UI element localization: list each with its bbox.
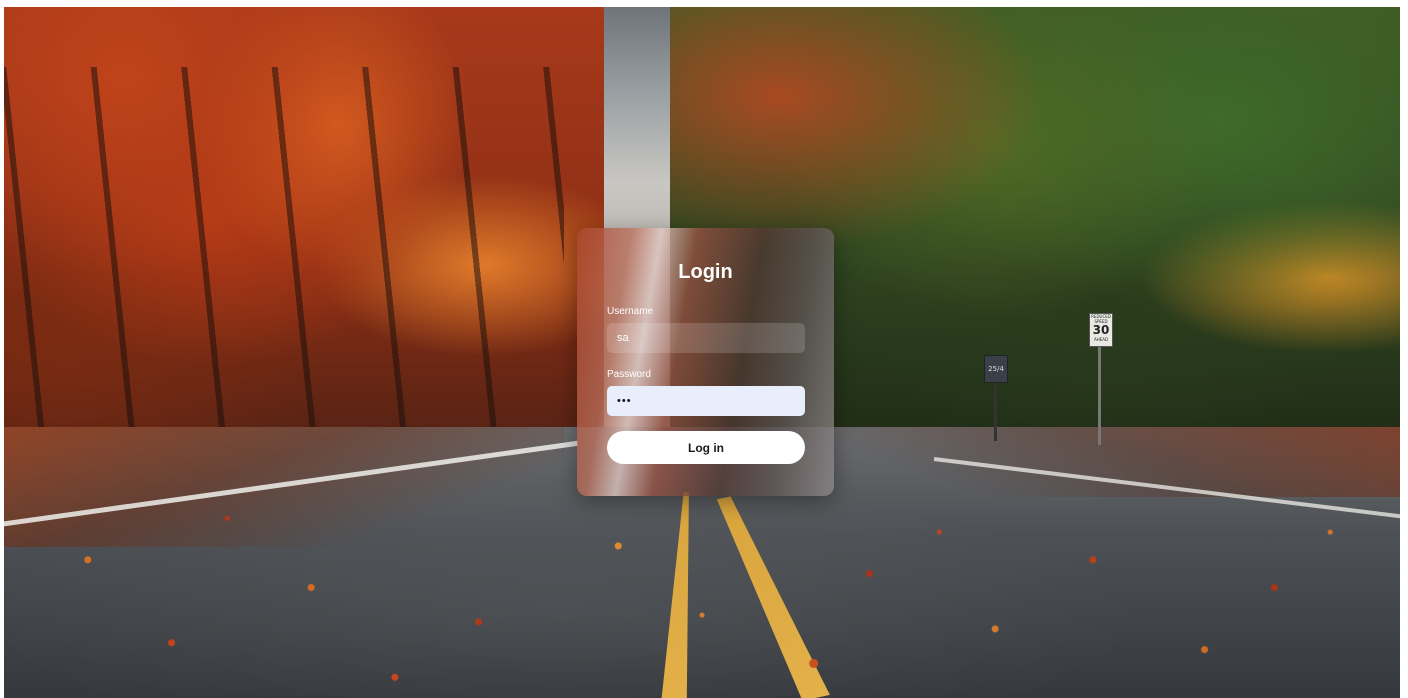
username-label: Username (607, 306, 654, 317)
speed-limit-sign: REDUCED SPEED 30 AHEAD (1089, 313, 1113, 347)
password-label: Password (607, 369, 651, 380)
sign-post (994, 381, 997, 441)
password-input[interactable] (607, 386, 805, 416)
page: REDUCED SPEED 30 AHEAD 25/4 Login Userna… (4, 7, 1400, 698)
sign-post (1098, 345, 1101, 445)
login-title: Login (678, 261, 733, 283)
speed-sign-bottom-text: AHEAD (1093, 337, 1109, 342)
login-button[interactable]: Log in (607, 431, 805, 464)
road-sign-small: 25/4 (984, 355, 1008, 383)
speed-sign-value: 30 (1092, 323, 1110, 337)
username-input[interactable] (607, 323, 805, 353)
login-form: Login Username Password Log in (577, 228, 834, 496)
